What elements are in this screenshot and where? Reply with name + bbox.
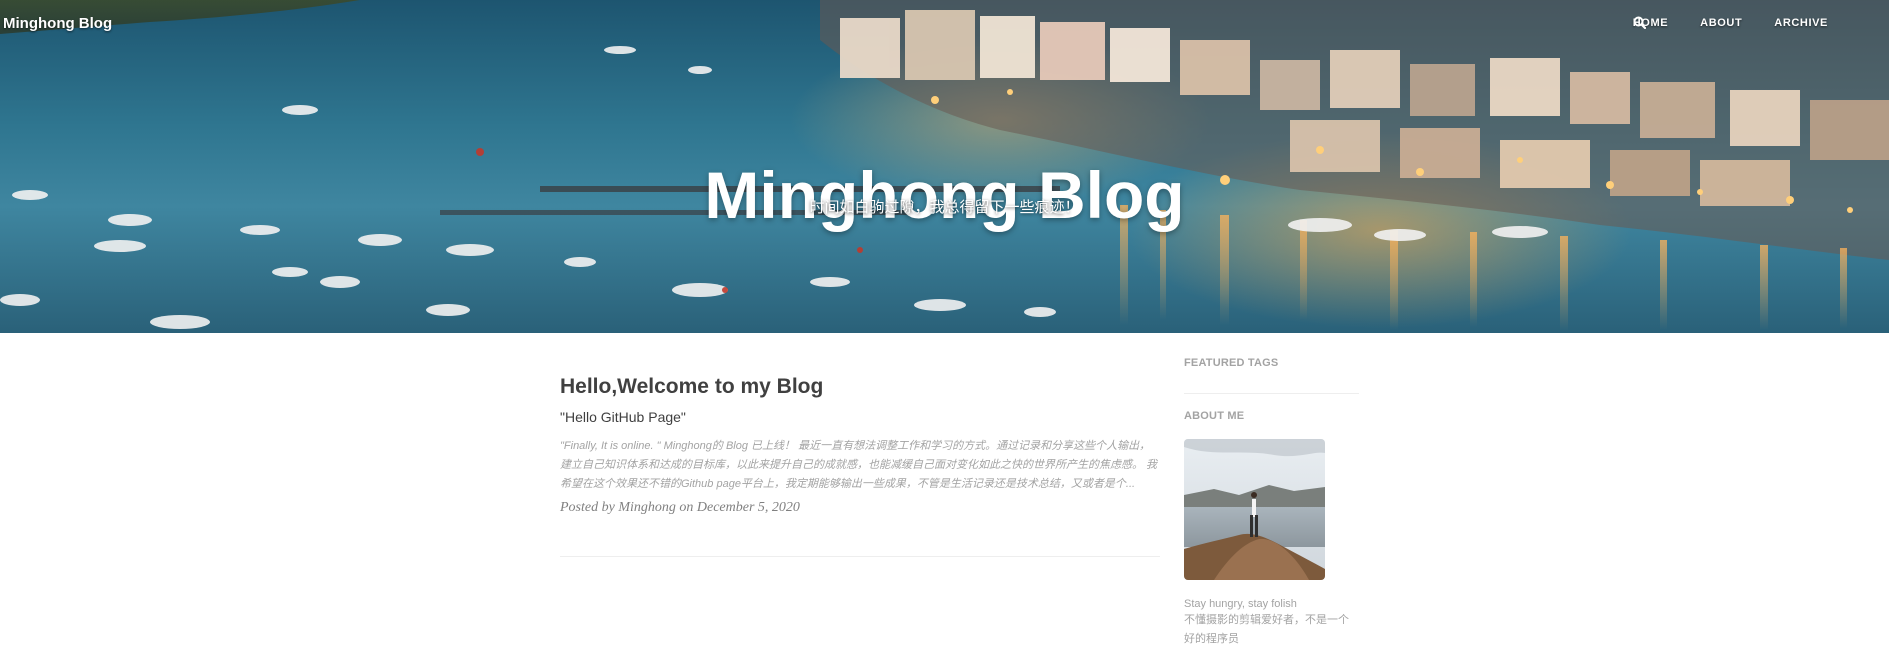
post-subtitle[interactable]: "Hello GitHub Page" — [560, 409, 1160, 425]
page: Minghong Blog HOME ABOUT ARCHIVE Minghon… — [0, 0, 1889, 656]
hero-header: Minghong Blog HOME ABOUT ARCHIVE Minghon… — [0, 0, 1889, 333]
post-divider — [560, 556, 1160, 557]
nav-item-archive[interactable]: ARCHIVE — [1774, 17, 1828, 29]
post-meta: Posted by Minghong on December 5, 2020 — [560, 500, 800, 515]
sidebar: FEATURED TAGS ABOUT ME Stay hungry, stay… — [1184, 357, 1359, 649]
nav-item-about[interactable]: ABOUT — [1700, 17, 1742, 29]
sidebar-divider — [1184, 393, 1359, 394]
post-excerpt[interactable]: "Finally, It is online. " Minghong的 Blog… — [560, 437, 1160, 494]
avatar — [1184, 439, 1325, 580]
main-nav: HOME ABOUT ARCHIVE — [1633, 16, 1889, 29]
search-icon[interactable] — [1633, 16, 1873, 29]
post-preview: Hello,Welcome to my Blog "Hello GitHub P… — [560, 375, 1160, 516]
site-subtitle: 时间如白驹过隙，我总得留下一些痕迹！ — [809, 199, 1080, 216]
about-motto: Stay hungry, stay folish — [1184, 598, 1297, 610]
post-title-link[interactable]: Hello,Welcome to my Blog — [560, 375, 1160, 399]
brand-link[interactable]: Minghong Blog — [3, 15, 112, 32]
about-bio: 不懂摄影的剪辑爱好者，不是一个好的程序员 — [1184, 614, 1349, 645]
featured-tags-heading: FEATURED TAGS — [1184, 357, 1279, 369]
about-me-heading: ABOUT ME — [1184, 410, 1245, 422]
